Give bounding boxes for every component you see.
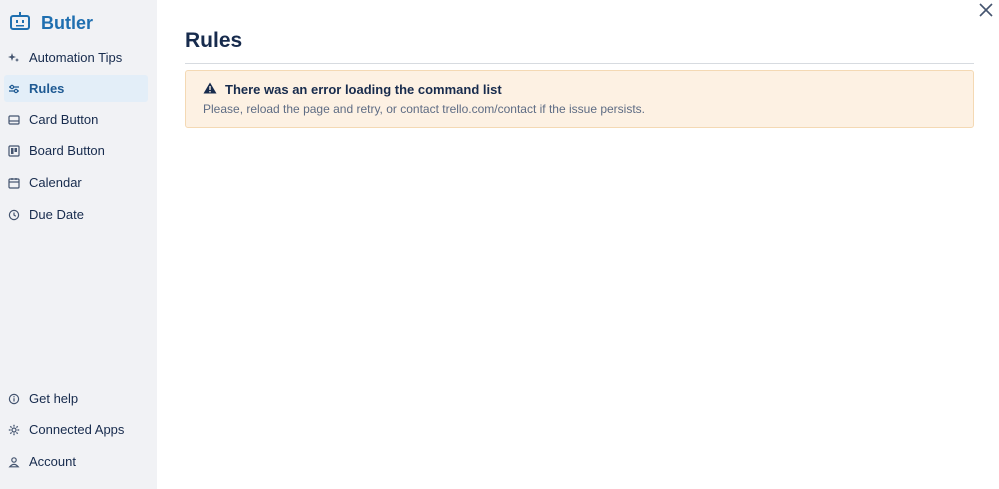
clock-icon xyxy=(8,209,20,221)
sidebar-item-label: Board Button xyxy=(29,143,105,158)
error-title-text: There was an error loading the command l… xyxy=(225,82,502,97)
sidebar-item-label: Card Button xyxy=(29,112,99,127)
error-message: Please, reload the page and retry, or co… xyxy=(203,102,646,116)
sidebar: Butler Automation Tips Rules Card Button… xyxy=(0,0,157,489)
page-title: Rules xyxy=(185,29,243,52)
title-divider xyxy=(185,63,974,64)
sidebar-item-label: Due Date xyxy=(29,207,84,222)
warning-icon xyxy=(203,82,217,97)
brand-name: Butler xyxy=(41,13,94,33)
sidebar-item-automation-tips[interactable]: Automation Tips xyxy=(4,44,148,71)
butler-robot-icon xyxy=(9,11,31,36)
close-icon xyxy=(979,2,993,22)
card-icon xyxy=(8,114,20,126)
sidebar-item-label: Get help xyxy=(29,391,79,406)
sidebar-item-card-button[interactable]: Card Button xyxy=(4,106,148,133)
sidebar-item-rules[interactable]: Rules xyxy=(4,75,148,102)
sidebar-item-label: Connected Apps xyxy=(29,422,125,437)
calendar-icon xyxy=(8,177,20,189)
sidebar-item-label: Rules xyxy=(29,81,65,96)
brand[interactable]: Butler xyxy=(9,11,93,36)
sidebar-item-account[interactable]: Account xyxy=(4,448,148,475)
sidebar-item-get-help[interactable]: Get help xyxy=(4,385,148,412)
close-button[interactable] xyxy=(977,2,995,22)
error-title: There was an error loading the command l… xyxy=(203,82,502,97)
sparkle-icon xyxy=(8,52,20,64)
board-icon xyxy=(8,144,20,157)
gear-icon xyxy=(8,424,20,436)
info-icon xyxy=(8,393,20,405)
sidebar-item-calendar[interactable]: Calendar xyxy=(4,169,148,196)
sliders-icon xyxy=(8,83,20,95)
user-icon xyxy=(8,456,20,468)
sidebar-item-label: Automation Tips xyxy=(29,50,123,65)
sidebar-item-due-date[interactable]: Due Date xyxy=(4,201,148,228)
sidebar-item-connected-apps[interactable]: Connected Apps xyxy=(4,416,148,443)
sidebar-item-board-button[interactable]: Board Button xyxy=(4,137,148,164)
sidebar-item-label: Account xyxy=(29,454,76,469)
sidebar-item-label: Calendar xyxy=(29,175,82,190)
error-banner: There was an error loading the command l… xyxy=(185,70,974,128)
